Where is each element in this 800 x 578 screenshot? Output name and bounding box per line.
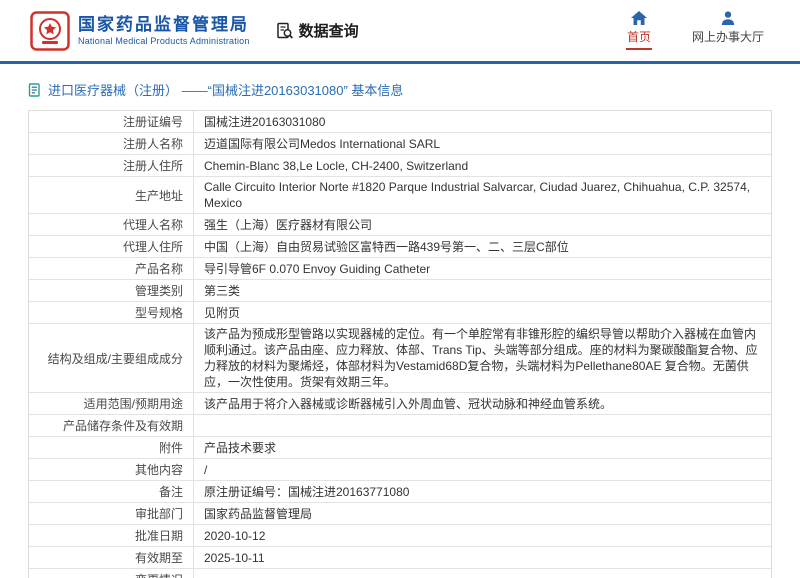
row-value bbox=[194, 569, 771, 578]
row-label: 变更情况 bbox=[29, 569, 194, 578]
row-value: / bbox=[194, 459, 771, 480]
row-value: 中国（上海）自由贸易试验区富特西一路439号第一、二、三层C部位 bbox=[194, 236, 771, 257]
row-label: 管理类别 bbox=[29, 280, 194, 301]
row-label: 适用范围/预期用途 bbox=[29, 393, 194, 414]
nav-item-home[interactable]: 首页 bbox=[626, 11, 652, 50]
row-label: 结构及组成/主要组成成分 bbox=[29, 324, 194, 392]
table-row: 管理类别第三类 bbox=[29, 280, 771, 302]
row-value: 国械注进20163031080 bbox=[194, 111, 771, 132]
row-value: 国家药品监督管理局 bbox=[194, 503, 771, 524]
row-label-text: 结构及组成/主要组成成分 bbox=[48, 350, 183, 367]
row-label: 附件 bbox=[29, 437, 194, 458]
row-label-text: 型号规格 bbox=[135, 304, 183, 321]
table-row: 型号规格见附页 bbox=[29, 302, 771, 324]
table-row: 结构及组成/主要组成成分该产品为预成形型管路以实现器械的定位。有一个单腔常有非锥… bbox=[29, 324, 771, 393]
row-label-text: 变更情况 bbox=[135, 571, 183, 578]
nav-service-hall-label: 网上办事大厅 bbox=[692, 28, 764, 45]
row-label: 其他内容 bbox=[29, 459, 194, 480]
document-icon bbox=[28, 83, 42, 97]
table-row: 产品名称导引导管6F 0.070 Envoy Guiding Catheter bbox=[29, 258, 771, 280]
table-row: 注册人住所 Chemin-Blanc 38,Le Locle, CH-2400, … bbox=[29, 155, 771, 177]
row-label: 注册人住所 bbox=[29, 155, 194, 176]
row-label: 有效期至 bbox=[29, 547, 194, 568]
row-label: 生产地址 bbox=[29, 177, 194, 213]
row-label-text: 适用范围/预期用途 bbox=[84, 395, 183, 412]
table-row: 附件产品技术要求 bbox=[29, 437, 771, 459]
row-label-text: 注册证编号 bbox=[123, 113, 183, 130]
table-row: 代理人住所中国（上海）自由贸易试验区富特西一路439号第一、二、三层C部位 bbox=[29, 236, 771, 258]
row-label: 代理人住所 bbox=[29, 236, 194, 257]
nav-item-service-hall[interactable]: 网上办事大厅 bbox=[692, 11, 764, 50]
row-label-text: 批准日期 bbox=[135, 527, 183, 544]
row-label-text: 生产地址 bbox=[135, 187, 183, 204]
table-row: 生产地址 Calle Circuito Interior Norte #1820 … bbox=[29, 177, 771, 214]
row-label-text: 其他内容 bbox=[135, 461, 183, 478]
row-label: 代理人名称 bbox=[29, 214, 194, 235]
agency-name-cn: 国家药品监督管理局 bbox=[78, 14, 250, 35]
row-label-text: 备注 bbox=[159, 483, 183, 500]
info-table: 注册证编号国械注进20163031080注册人名称迈道国际有限公司Medos I… bbox=[28, 110, 772, 578]
row-label-text: 审批部门 bbox=[135, 505, 183, 522]
table-row: 适用范围/预期用途该产品用于将介入器械或诊断器械引入外周血管、冠状动脉和神经血管… bbox=[29, 393, 771, 415]
row-label-text: 代理人住所 bbox=[123, 238, 183, 255]
row-label-text: 产品名称 bbox=[135, 260, 183, 277]
person-icon bbox=[721, 11, 735, 25]
data-query-icon bbox=[276, 22, 294, 40]
breadcrumb: 进口医疗器械（注册） ——“国械注进20163031080” 基本信息 bbox=[28, 80, 772, 99]
row-value: 迈道国际有限公司Medos International SARL bbox=[194, 133, 771, 154]
row-label: 产品名称 bbox=[29, 258, 194, 279]
table-row: 变更情况 bbox=[29, 569, 771, 578]
row-value: 第三类 bbox=[194, 280, 771, 301]
table-row: 有效期至 2025-10-11 bbox=[29, 547, 771, 569]
row-label-text: 注册人住所 bbox=[123, 157, 183, 174]
row-value: Chemin-Blanc 38,Le Locle, CH-2400, Switz… bbox=[194, 155, 771, 176]
row-label-text: 有效期至 bbox=[135, 549, 183, 566]
table-row: 注册人名称迈道国际有限公司Medos International SARL bbox=[29, 133, 771, 155]
row-label-text: 代理人名称 bbox=[123, 216, 183, 233]
main-content: 进口医疗器械（注册） ——“国械注进20163031080” 基本信息 注册证编… bbox=[0, 64, 800, 578]
row-value: 该产品用于将介入器械或诊断器械引入外周血管、冠状动脉和神经血管系统。 bbox=[194, 393, 771, 414]
row-value: 产品技术要求 bbox=[194, 437, 771, 458]
row-label-text: 管理类别 bbox=[135, 282, 183, 299]
home-icon bbox=[631, 11, 647, 25]
table-row: 代理人名称强生（上海）医疗器材有限公司 bbox=[29, 214, 771, 236]
row-label-text: 注册人名称 bbox=[123, 135, 183, 152]
row-label: 注册人名称 bbox=[29, 133, 194, 154]
row-label-text: 附件 bbox=[159, 439, 183, 456]
row-label-text: 产品储存条件及有效期 bbox=[63, 417, 183, 434]
data-query-title: 数据查询 bbox=[276, 20, 359, 41]
row-value bbox=[194, 415, 771, 436]
table-row: 产品储存条件及有效期 bbox=[29, 415, 771, 437]
table-row: 备注原注册证编号：国械注进20163771080 bbox=[29, 481, 771, 503]
row-label: 注册证编号 bbox=[29, 111, 194, 132]
breadcrumb-text: 进口医疗器械（注册） ——“国械注进20163031080” 基本信息 bbox=[48, 80, 403, 99]
row-label: 型号规格 bbox=[29, 302, 194, 323]
table-row: 审批部门国家药品监督管理局 bbox=[29, 503, 771, 525]
row-value: 2020-10-12 bbox=[194, 525, 771, 546]
national-emblem-icon bbox=[30, 11, 70, 51]
agency-name: 国家药品监督管理局 National Medical Products Admi… bbox=[78, 14, 250, 47]
row-value: 2025-10-11 bbox=[194, 547, 771, 568]
row-value: 见附页 bbox=[194, 302, 771, 323]
table-row: 注册证编号国械注进20163031080 bbox=[29, 111, 771, 133]
header-nav: 首页 网上办事大厅 bbox=[626, 11, 770, 50]
table-row: 其他内容 / bbox=[29, 459, 771, 481]
row-label: 产品储存条件及有效期 bbox=[29, 415, 194, 436]
row-label: 审批部门 bbox=[29, 503, 194, 524]
row-value: 导引导管6F 0.070 Envoy Guiding Catheter bbox=[194, 258, 771, 279]
row-value: 原注册证编号：国械注进20163771080 bbox=[194, 481, 771, 502]
row-label: 备注 bbox=[29, 481, 194, 502]
table-row: 批准日期 2020-10-12 bbox=[29, 525, 771, 547]
data-query-label: 数据查询 bbox=[299, 20, 359, 41]
page-header: 国家药品监督管理局 National Medical Products Admi… bbox=[0, 0, 800, 64]
row-value: 强生（上海）医疗器材有限公司 bbox=[194, 214, 771, 235]
row-value: 该产品为预成形型管路以实现器械的定位。有一个单腔常有非锥形腔的编织导管以帮助介入… bbox=[194, 324, 771, 392]
agency-name-en: National Medical Products Administration bbox=[78, 36, 250, 47]
agency-logo: 国家药品监督管理局 National Medical Products Admi… bbox=[30, 11, 250, 51]
nav-home-label: 首页 bbox=[627, 28, 651, 45]
row-label: 批准日期 bbox=[29, 525, 194, 546]
row-value: Calle Circuito Interior Norte #1820 Parq… bbox=[194, 177, 771, 213]
